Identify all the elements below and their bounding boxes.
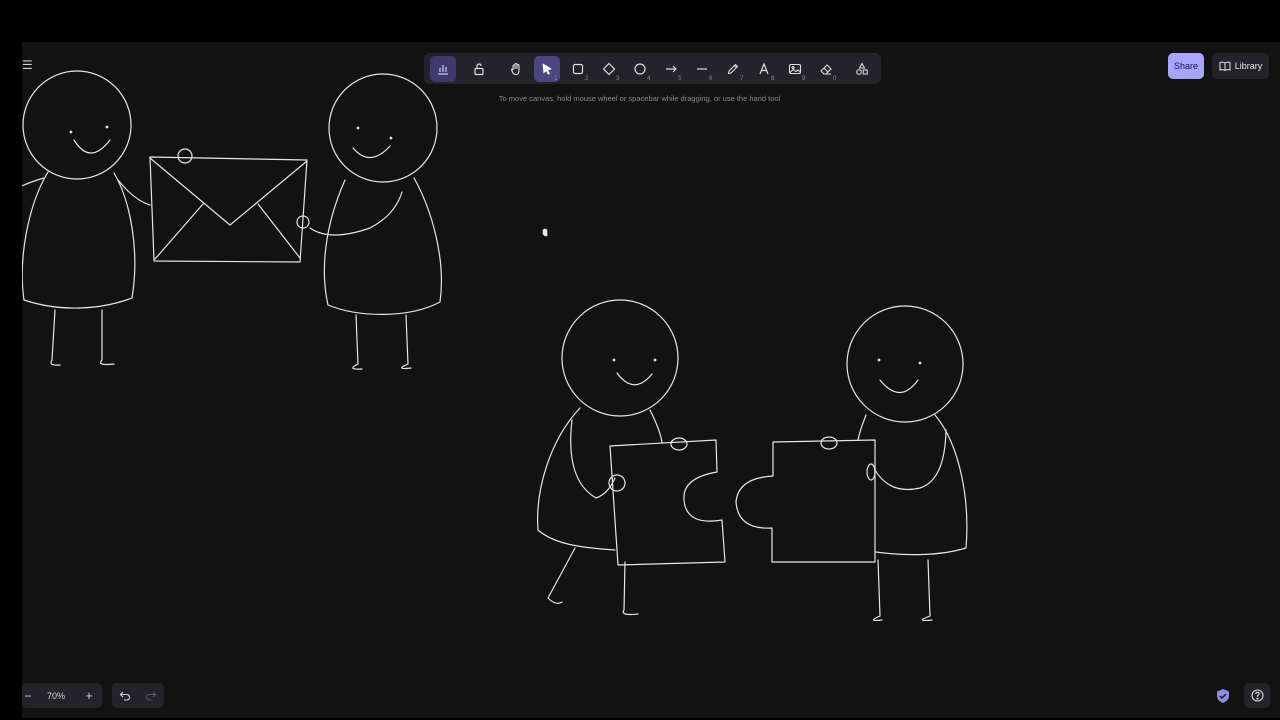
shortcut-label: 7 [740, 75, 744, 82]
shortcut-label: 2 [585, 75, 589, 82]
shortcut-label: 4 [647, 75, 651, 82]
envelope[interactable] [149, 148, 310, 263]
figure-right-bottom[interactable] [846, 305, 968, 622]
image-tool[interactable]: 9 [782, 56, 808, 82]
shortcut-label: 1 [554, 75, 558, 82]
shield-icon[interactable] [1215, 688, 1231, 704]
hand-icon [510, 62, 520, 75]
draw-tool[interactable]: 7 [720, 56, 746, 82]
zoom-level[interactable]: 70% [34, 691, 78, 701]
arrow-tool[interactable]: 5 [658, 56, 684, 82]
lock-open-icon [474, 62, 484, 75]
rectangle-tool[interactable]: 2 [565, 56, 591, 82]
library-button[interactable]: Library [1212, 53, 1269, 79]
pencil-icon [727, 63, 738, 74]
library-label: Library [1234, 61, 1263, 71]
cursor-icon [542, 62, 552, 75]
figure-right-top[interactable] [309, 73, 443, 370]
diamond-tool[interactable]: 3 [596, 56, 622, 82]
shortcut-label: 6 [709, 75, 713, 82]
diamond-icon [602, 62, 615, 75]
image-icon [788, 63, 801, 74]
drawing-canvas[interactable] [22, 42, 1280, 718]
excalidraw-app: ☰ 1 2 3 4 5 6 7 8 9 0 To move canvas, ho… [22, 42, 1280, 718]
ellipse-tool[interactable]: 4 [627, 56, 653, 82]
figure-left-bottom[interactable] [537, 299, 679, 616]
shortcut-label: 9 [802, 75, 806, 82]
share-button[interactable]: Share [1168, 53, 1204, 79]
eraser-tool[interactable]: 0 [813, 56, 839, 82]
text-icon [758, 61, 769, 74]
puzzle-piece-right[interactable] [735, 436, 876, 563]
puzzle-piece-left[interactable] [608, 437, 726, 566]
book-icon [1219, 61, 1231, 72]
zoom-in-button[interactable]: + [78, 688, 100, 703]
circle-icon [633, 62, 646, 75]
square-icon [572, 63, 583, 74]
shortcut-label: 3 [616, 75, 620, 82]
shortcut-label: 8 [771, 75, 775, 82]
more-tools-button[interactable] [849, 56, 875, 82]
shapes-icon [856, 61, 868, 75]
shortcut-label: 5 [678, 75, 682, 82]
figure-left-top[interactable] [22, 70, 151, 366]
arrow-icon [665, 65, 677, 72]
main-menu-button[interactable]: ☰ [22, 54, 33, 76]
selection-tool[interactable]: 1 [533, 55, 560, 82]
zoom-out-button[interactable]: − [22, 689, 34, 703]
shortcut-label: 0 [833, 75, 837, 82]
help-button[interactable] [1244, 683, 1270, 708]
redo-icon[interactable] [145, 690, 157, 702]
keep-tool-active-button[interactable] [429, 55, 456, 82]
hand-cursor-icon [542, 228, 548, 237]
keep-tool-active-icon [437, 64, 448, 75]
canvas-hint: To move canvas, hold mouse wheel or spac… [498, 94, 781, 103]
line-icon [696, 67, 707, 70]
undo-redo-controls [112, 683, 164, 708]
help-icon [1250, 689, 1264, 702]
text-tool[interactable]: 8 [751, 56, 777, 82]
undo-icon[interactable] [119, 690, 131, 702]
lock-button[interactable] [466, 56, 492, 82]
hand-tool[interactable] [503, 56, 529, 82]
zoom-controls: − 70% + [22, 683, 102, 708]
line-tool[interactable]: 6 [689, 56, 715, 82]
eraser-icon [819, 63, 832, 75]
toolbar: 1 2 3 4 5 6 7 8 9 0 [424, 53, 881, 84]
